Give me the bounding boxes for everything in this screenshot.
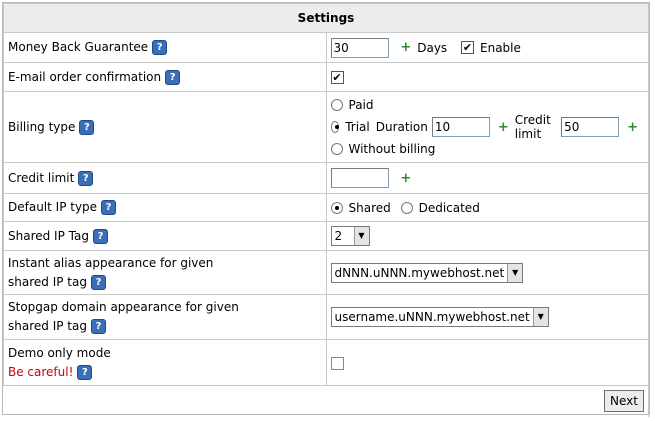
- money-back-enable-checkbox[interactable]: ✔: [461, 41, 475, 54]
- settings-title: Settings: [3, 3, 649, 33]
- money-back-row: Money Back Guarantee? + Days ✔ Enable: [3, 32, 649, 63]
- trial-duration-input[interactable]: [431, 117, 490, 137]
- instant-alias-row: Instant alias appearance for given share…: [3, 250, 649, 295]
- shared-ip-tag-row: Shared IP Tag? 2 ▼: [3, 221, 649, 251]
- dedicated-label: Dedicated: [418, 200, 480, 215]
- chevron-down-icon: ▼: [507, 263, 523, 282]
- chevron-down-icon: ▼: [532, 308, 548, 326]
- billing-trial-radio[interactable]: [330, 121, 340, 133]
- help-question-icon[interactable]: ?: [92, 228, 108, 244]
- plus-icon[interactable]: +: [400, 171, 411, 186]
- billing-paid-option: Paid: [330, 94, 645, 116]
- ip-type-dedicated-radio[interactable]: [400, 201, 413, 214]
- money-back-days-input[interactable]: [330, 37, 389, 58]
- help-question-icon[interactable]: ?: [78, 170, 94, 186]
- billing-type-row: Billing type? Paid Trial Duration + Credit…: [3, 91, 649, 163]
- shared-label: Shared: [348, 200, 391, 215]
- billing-paid-radio[interactable]: [330, 99, 343, 111]
- trial-credit-limit-label: Credit limit: [514, 113, 551, 141]
- help-question-icon[interactable]: ?: [165, 69, 181, 85]
- help-question-icon[interactable]: ?: [101, 200, 117, 215]
- paid-label: Paid: [348, 98, 374, 112]
- help-question-icon[interactable]: ?: [79, 119, 95, 135]
- help-question-icon[interactable]: ?: [90, 319, 106, 334]
- duration-label: Duration: [375, 120, 428, 134]
- stopgap-label-line1: Stopgap domain appearance for given: [8, 300, 239, 314]
- ip-type-label: Default IP type: [8, 200, 98, 214]
- email-confirm-label: E-mail order confirmation: [8, 69, 162, 84]
- shared-ip-tag-label: Shared IP Tag: [8, 228, 89, 243]
- money-back-label: Money Back Guarantee: [8, 40, 149, 54]
- days-unit-label: Days: [417, 40, 448, 55]
- instant-alias-label-line2: shared IP tag: [8, 274, 87, 289]
- stopgap-row: Stopgap domain appearance for given shar…: [3, 294, 649, 340]
- plus-icon[interactable]: +: [498, 120, 509, 135]
- credit-limit-row: Credit limit? +: [3, 162, 649, 194]
- demo-mode-row: Demo only mode Be careful!?: [3, 339, 649, 386]
- billing-trial-option: Trial Duration + Credit limit +: [330, 113, 645, 141]
- chevron-down-icon: ▼: [353, 227, 369, 245]
- settings-table: Settings Money Back Guarantee? + Days ✔ En…: [3, 3, 649, 417]
- credit-limit-label: Credit limit: [8, 170, 75, 185]
- credit-limit-input[interactable]: [330, 168, 389, 188]
- email-confirm-checkbox[interactable]: ✔: [330, 71, 344, 84]
- demo-mode-checkbox[interactable]: [330, 356, 344, 370]
- footer-row: Next: [3, 385, 649, 417]
- settings-panel: Settings Money Back Guarantee? + Days ✔ En…: [2, 2, 650, 417]
- ip-type-shared-radio[interactable]: [330, 201, 343, 214]
- trial-label: Trial: [345, 120, 370, 134]
- instant-alias-label-line1: Instant alias appearance for given: [8, 255, 214, 270]
- ip-type-row: Default IP type? Shared Dedicated: [3, 193, 649, 222]
- without-billing-label: Without billing: [348, 142, 436, 156]
- plus-icon[interactable]: +: [400, 40, 411, 55]
- help-question-icon[interactable]: ?: [152, 40, 168, 55]
- stopgap-select[interactable]: username.uNNN.mywebhost.net ▼: [330, 307, 549, 327]
- stopgap-label-line2: shared IP tag: [8, 319, 87, 333]
- enable-label: Enable: [480, 40, 521, 55]
- next-button[interactable]: Next: [604, 390, 644, 413]
- settings-header-row: Settings: [3, 3, 649, 33]
- help-question-icon[interactable]: ?: [77, 364, 93, 380]
- billing-without-option: Without billing: [330, 138, 645, 160]
- demo-warning-text: Be careful!: [8, 364, 74, 379]
- instant-alias-select[interactable]: dNNN.uNNN.mywebhost.net ▼: [330, 262, 524, 283]
- demo-mode-label: Demo only mode: [8, 345, 111, 360]
- help-question-icon[interactable]: ?: [90, 274, 106, 290]
- shared-ip-tag-select[interactable]: 2 ▼: [330, 226, 370, 246]
- email-confirm-row: E-mail order confirmation? ✔: [3, 62, 649, 92]
- plus-icon[interactable]: +: [627, 120, 638, 135]
- billing-type-label: Billing type: [8, 119, 76, 134]
- billing-without-radio[interactable]: [330, 143, 343, 155]
- trial-credit-limit-input[interactable]: [561, 117, 620, 137]
